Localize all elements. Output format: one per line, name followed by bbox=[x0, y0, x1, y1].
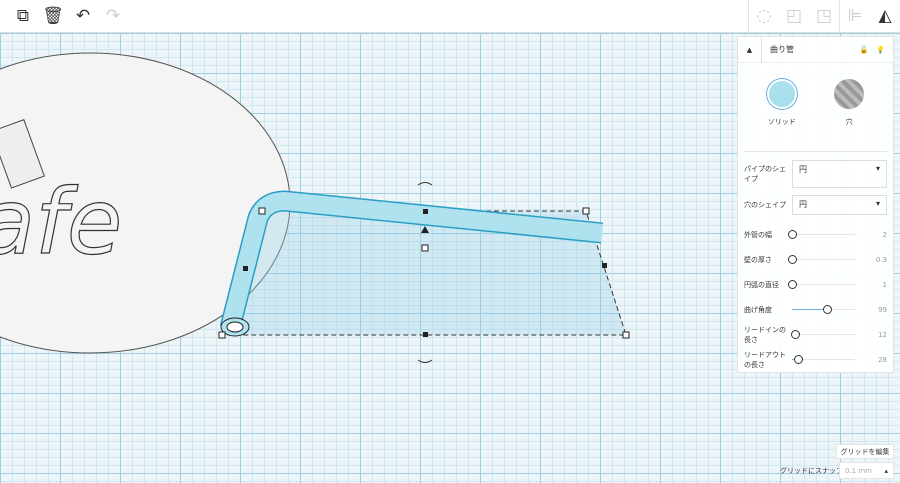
slider-knob[interactable] bbox=[788, 255, 797, 264]
solid-option[interactable]: ソリッド bbox=[766, 79, 797, 127]
slider-knob[interactable] bbox=[822, 305, 832, 314]
slider-knob[interactable] bbox=[788, 230, 797, 239]
light-bulb-icon[interactable]: ◌ bbox=[749, 1, 779, 31]
slider-label: 円弧の直径 bbox=[744, 280, 779, 289]
light-bulb-icon[interactable]: 💡 bbox=[876, 46, 885, 54]
snap-grid-value: 0.1 mm bbox=[845, 466, 872, 475]
handle[interactable] bbox=[582, 207, 590, 215]
shape-panel: ▲ 曲り管 🔓 💡 ソリッド 穴 パイプのシェイプ 円 ▾ 穴のシェイプ 円 ▾ 外… bbox=[737, 36, 894, 373]
rotate-icon[interactable] bbox=[417, 182, 433, 186]
handle[interactable] bbox=[602, 263, 607, 268]
slider-label: 曲げ角度 bbox=[744, 305, 772, 314]
note-icon[interactable]: ◰ bbox=[779, 1, 809, 31]
slider[interactable] bbox=[792, 355, 855, 364]
hole-shape-select[interactable]: 円 ▾ bbox=[792, 195, 887, 215]
slider-value[interactable]: 2 bbox=[865, 231, 887, 239]
hole-option[interactable]: 穴 bbox=[834, 79, 865, 127]
snap-grid-label: グリッドにスナップ bbox=[780, 467, 843, 475]
slider-value[interactable]: 1 bbox=[865, 281, 887, 289]
shape-icon[interactable]: ◳ bbox=[809, 1, 839, 31]
dropdown-icon: ▾ bbox=[875, 199, 880, 208]
hole-label: 穴 bbox=[845, 118, 853, 126]
handle[interactable] bbox=[218, 331, 226, 339]
handle[interactable] bbox=[423, 332, 428, 337]
solid-swatch[interactable] bbox=[766, 79, 797, 109]
lock-icon[interactable]: 🔓 bbox=[860, 46, 869, 54]
slider[interactable] bbox=[791, 330, 855, 339]
slider-label: 外管の幅 bbox=[744, 230, 772, 239]
slider-row: 外管の幅 2 bbox=[738, 222, 893, 247]
snap-grid-select[interactable]: 0.1 mm ▴ bbox=[839, 462, 894, 479]
slider[interactable] bbox=[788, 230, 855, 239]
trash-icon[interactable]: 🗑 bbox=[38, 1, 68, 31]
hole-shape-value: 円 bbox=[799, 200, 807, 209]
pipe-shape-select[interactable]: 円 ▾ bbox=[792, 160, 887, 188]
slider-value[interactable]: 12 bbox=[865, 331, 887, 339]
slider-row: 曲げ角度 99 bbox=[738, 297, 893, 322]
pipe-shape-value: 円 bbox=[799, 165, 807, 174]
dropdown-icon: ▾ bbox=[875, 164, 880, 173]
rotate-icon[interactable] bbox=[417, 359, 433, 363]
slider-row: 壁の厚さ 0.3 bbox=[738, 247, 893, 272]
handle[interactable] bbox=[243, 266, 248, 271]
edit-grid-button[interactable]: グリッドを編集 bbox=[836, 444, 894, 459]
handle[interactable] bbox=[423, 209, 428, 214]
align-icon[interactable]: ⊫ bbox=[840, 1, 870, 31]
redo-icon[interactable]: ↷ bbox=[98, 1, 128, 31]
pipe-hole bbox=[226, 321, 244, 333]
slider-row: リードインの長さ 12 bbox=[738, 322, 893, 347]
slider-value[interactable]: 28 bbox=[865, 356, 887, 364]
slider-value[interactable]: 0.3 bbox=[865, 256, 887, 264]
slider-row: リードアウトの長さ 28 bbox=[738, 347, 893, 372]
slider-knob[interactable] bbox=[791, 330, 801, 339]
pipe-shape-label: パイプのシェイプ bbox=[744, 165, 786, 183]
slider-knob[interactable] bbox=[788, 280, 797, 289]
slider-label: リードアウトの長さ bbox=[744, 350, 786, 369]
slider-row: 円弧の直径 1 bbox=[738, 272, 893, 297]
hole-shape-label: 穴のシェイプ bbox=[744, 201, 786, 209]
solid-label: ソリッド bbox=[767, 118, 796, 126]
slider-value[interactable]: 99 bbox=[865, 306, 887, 314]
hole-swatch[interactable] bbox=[834, 79, 865, 109]
slider-fill bbox=[792, 309, 827, 310]
handle[interactable] bbox=[622, 331, 630, 339]
slider-label: 壁の厚さ bbox=[744, 255, 772, 264]
slider-label: リードインの長さ bbox=[744, 325, 786, 344]
height-handle[interactable] bbox=[421, 244, 429, 252]
mirror-icon[interactable]: ◭ bbox=[870, 1, 900, 31]
slider-knob[interactable] bbox=[794, 355, 804, 364]
slider[interactable] bbox=[792, 305, 855, 314]
slider[interactable] bbox=[788, 255, 855, 264]
shape-title: 曲り管 bbox=[770, 45, 794, 54]
copy-icon[interactable]: ⧉ bbox=[8, 1, 38, 31]
dropdown-icon: ▴ bbox=[884, 466, 888, 475]
collapse-icon[interactable]: ▲ bbox=[738, 36, 762, 63]
slider[interactable] bbox=[788, 280, 855, 289]
undo-icon[interactable]: ↶ bbox=[68, 1, 98, 31]
handle[interactable] bbox=[258, 207, 266, 215]
toolbar: ⧉ 🗑 ↶ ↷ ◌ ◰ ◳ ⊫ ◭ bbox=[0, 0, 900, 33]
